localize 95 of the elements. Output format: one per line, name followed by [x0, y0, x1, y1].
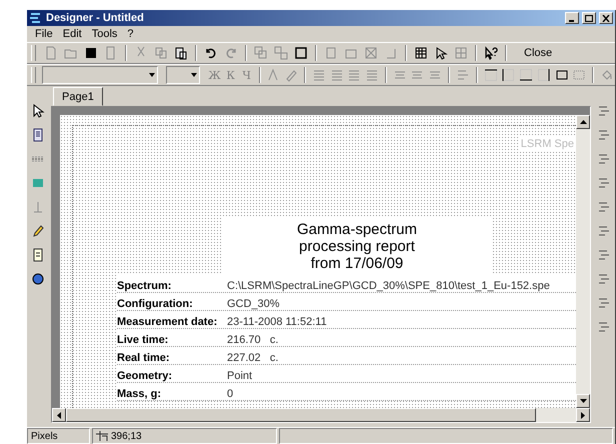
- ungroup-icon: [274, 46, 288, 60]
- text-field-icon: [31, 128, 45, 142]
- alignment-icon: [597, 152, 611, 166]
- field-value: 0: [227, 388, 234, 400]
- help-pointer-icon: [484, 46, 498, 60]
- highlight-icon: [284, 68, 298, 82]
- field-label: Spectrum:: [117, 280, 172, 292]
- window-title: Designer - Untitled: [46, 12, 145, 24]
- units-text: Pixels: [31, 430, 58, 442]
- field-label: Real time:: [117, 352, 171, 364]
- caret-icon: [148, 73, 155, 77]
- field-value: 216.70 c.: [227, 334, 278, 346]
- vertical-scrollbar[interactable]: [576, 115, 590, 408]
- copy-icon: [154, 46, 168, 60]
- alignment-icon: [597, 320, 611, 334]
- up-arrow-icon: [580, 120, 586, 124]
- field-label: Live time:: [117, 334, 170, 346]
- field-value: Point: [227, 370, 252, 382]
- minimize-button[interactable]: [565, 12, 579, 24]
- undo-icon: [204, 46, 218, 60]
- grid-icon: [414, 46, 428, 60]
- alignment-icon: [597, 104, 611, 118]
- scroll-right-button[interactable]: [576, 408, 590, 422]
- page-tab[interactable]: Page1: [53, 87, 103, 106]
- top-border-button[interactable]: [482, 66, 498, 84]
- cursor-position-icon: [96, 431, 108, 441]
- cursor-position: 396;13: [111, 430, 142, 442]
- font-dropdown[interactable]: [42, 66, 158, 84]
- new-document-icon: [44, 46, 58, 60]
- right-border-button[interactable]: [536, 66, 552, 84]
- save-icon: [84, 46, 98, 60]
- header-text: LSRM Spe: [518, 136, 576, 152]
- field-value: 227.02 c.: [227, 352, 278, 364]
- close-button[interactable]: [599, 12, 613, 24]
- text-align-icon: [365, 68, 380, 82]
- fill-bucket-icon: [600, 68, 614, 82]
- font-size-dropdown[interactable]: [166, 66, 200, 84]
- menu-item[interactable]: ?: [123, 28, 138, 40]
- field-value: 23-11-2008 11:52:11: [227, 316, 327, 328]
- menu-item[interactable]: File: [31, 28, 57, 40]
- scroll-left-button[interactable]: [52, 408, 66, 422]
- snap-pointer-icon: [434, 46, 448, 60]
- pencil-icon: [31, 224, 45, 238]
- scroll-up-button[interactable]: [576, 115, 590, 129]
- right-border-icon: [536, 68, 551, 82]
- box-border-icon: [554, 68, 569, 82]
- alignment-icon: [597, 272, 611, 286]
- align-icon: [324, 46, 338, 60]
- left-border-button[interactable]: [500, 66, 516, 84]
- field-label: Mass, g:: [117, 388, 162, 400]
- scroll-down-button[interactable]: [576, 394, 590, 408]
- text-align-icon: [312, 68, 326, 82]
- delete-icon: [364, 46, 378, 60]
- alignment-icon: [597, 248, 611, 262]
- text-align-icon: [330, 68, 344, 82]
- paste-icon: [174, 46, 188, 60]
- list-icon: [31, 248, 45, 262]
- field-label: Configuration:: [117, 298, 194, 310]
- close-icon: [602, 14, 610, 22]
- close-button[interactable]: Close: [518, 44, 558, 62]
- select-frame-icon: [294, 46, 308, 60]
- alignment-icon: [597, 224, 611, 238]
- menu-item[interactable]: Edit: [58, 28, 86, 40]
- pointer-icon: [31, 104, 45, 118]
- alignment-icon: [597, 176, 611, 190]
- app-logo-icon: [29, 12, 43, 24]
- top-border-icon: [484, 68, 498, 82]
- down-arrow-icon: [580, 399, 586, 403]
- group-icon: [254, 46, 268, 60]
- corner-icon: [384, 46, 398, 60]
- bottom-border-icon: [519, 68, 534, 82]
- caret-icon: [190, 73, 197, 77]
- field-value: GCD_30%: [227, 298, 280, 310]
- report-title: Gamma-spectrum processing report from 17/06/09: [223, 218, 491, 275]
- left-border-icon: [501, 68, 516, 82]
- table-icon: [454, 46, 468, 60]
- word-wrap-icon: [456, 68, 470, 82]
- font-color-icon: [266, 68, 280, 82]
- no-border-icon: [572, 68, 586, 82]
- alignment-icon: [597, 200, 611, 214]
- shape-icon: [31, 200, 45, 214]
- right-arrow-icon: [581, 412, 585, 418]
- left-arrow-icon: [57, 412, 61, 418]
- redo-icon: [224, 46, 238, 60]
- field-label: Measurement date:: [117, 316, 218, 328]
- menu-item[interactable]: Tools: [88, 28, 122, 40]
- maximize-button[interactable]: [582, 12, 596, 24]
- text-align-icon: [347, 68, 362, 82]
- alignment-icon: [597, 128, 611, 142]
- alignment-icon: [597, 296, 611, 310]
- image-icon: [31, 176, 45, 190]
- maximize-icon: [585, 14, 593, 22]
- field-value: C:\LSRM\SpectraLineGP\GCD_30%\SPE_810\test_1_Eu-152.spe: [227, 280, 550, 292]
- field-label: Geometry:: [117, 370, 174, 382]
- bottom-border-button[interactable]: [518, 66, 534, 84]
